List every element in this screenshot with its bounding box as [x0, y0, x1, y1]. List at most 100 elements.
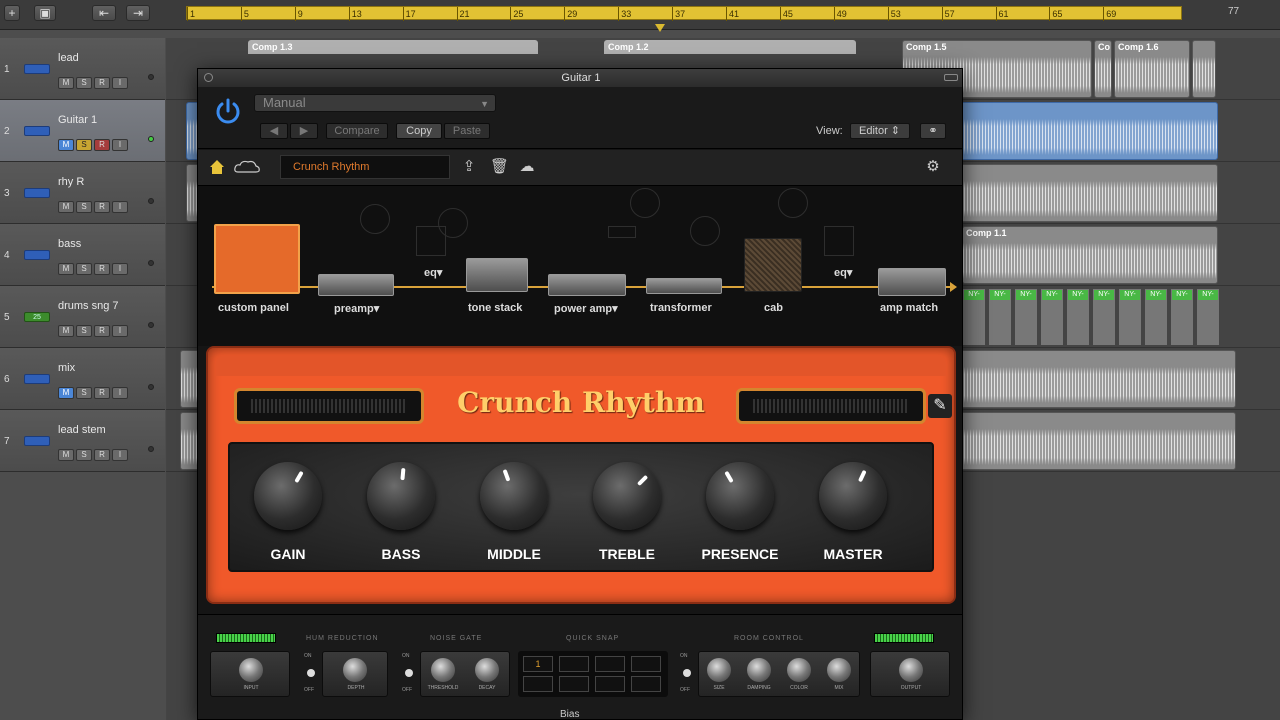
- mute-button[interactable]: M: [58, 201, 74, 213]
- cab-module[interactable]: [744, 238, 802, 292]
- drum-region[interactable]: NY-: [1118, 288, 1142, 346]
- trash-icon[interactable]: 🗑: [490, 158, 509, 176]
- transformer-module[interactable]: [646, 278, 722, 294]
- region-comp-1-5[interactable]: Comp 1.5: [906, 42, 947, 52]
- drum-region[interactable]: NY-: [1170, 288, 1194, 346]
- solo-button[interactable]: S: [76, 201, 92, 213]
- record-button[interactable]: R: [94, 201, 110, 213]
- next-preset-button[interactable]: ▶: [290, 123, 318, 139]
- input-monitor-button[interactable]: I: [112, 263, 128, 275]
- track-header[interactable]: 2 Guitar 1 MSRI: [0, 100, 165, 162]
- folder-button[interactable]: ▣: [34, 5, 56, 21]
- drum-region[interactable]: NY-: [1040, 288, 1064, 346]
- track-name[interactable]: rhy R: [58, 176, 84, 188]
- record-button[interactable]: R: [94, 139, 110, 151]
- track-name[interactable]: drums sng 7: [58, 300, 119, 312]
- input-monitor-button[interactable]: I: [112, 449, 128, 461]
- plugin-titlebar[interactable]: Guitar 1: [198, 69, 962, 87]
- quick-snap-3[interactable]: [595, 656, 625, 672]
- track-name[interactable]: Guitar 1: [58, 114, 97, 126]
- solo-button[interactable]: S: [76, 449, 92, 461]
- chain-label-custom-panel[interactable]: custom panel: [218, 302, 289, 314]
- preset-mode-select[interactable]: Manual ▼: [254, 94, 496, 112]
- input-monitor-button[interactable]: I: [112, 139, 128, 151]
- power-amp-module[interactable]: [548, 274, 626, 296]
- drum-region[interactable]: NY-: [988, 288, 1012, 346]
- region-comp-1-6a[interactable]: Co: [1098, 42, 1110, 52]
- preamp-module[interactable]: [318, 274, 394, 296]
- amp-match-module[interactable]: [878, 268, 946, 296]
- mute-button[interactable]: M: [58, 325, 74, 337]
- region-comp-1-6[interactable]: Comp 1.6: [1118, 42, 1159, 52]
- quick-snap-2[interactable]: [559, 656, 589, 672]
- region-comp-1-2[interactable]: Comp 1.2: [604, 40, 856, 54]
- track-name[interactable]: lead: [58, 52, 79, 64]
- drum-region[interactable]: NY-: [1066, 288, 1090, 346]
- mute-button[interactable]: M: [58, 387, 74, 399]
- output-knob[interactable]: [899, 658, 923, 682]
- input-monitor-button[interactable]: I: [112, 77, 128, 89]
- playhead-marker[interactable]: [655, 24, 665, 32]
- chain-label-amp-match[interactable]: amp match: [880, 302, 938, 314]
- power-icon[interactable]: [214, 97, 242, 125]
- catch-button[interactable]: ⇤: [92, 5, 116, 21]
- region-comp-1-1[interactable]: Comp 1.1: [966, 228, 1007, 238]
- gear-icon[interactable]: ⚙: [924, 158, 942, 176]
- quick-snap-4[interactable]: [631, 656, 661, 672]
- chain-label-power-amp[interactable]: power amp▾: [554, 302, 618, 315]
- record-button[interactable]: R: [94, 325, 110, 337]
- color-knob[interactable]: [787, 658, 811, 682]
- preset-name-field[interactable]: Crunch Rhythm: [280, 155, 450, 179]
- damping-knob[interactable]: [747, 658, 771, 682]
- quick-snap-8[interactable]: [631, 676, 661, 692]
- solo-button[interactable]: S: [76, 263, 92, 275]
- input-monitor-button[interactable]: I: [112, 387, 128, 399]
- gain-knob[interactable]: [254, 462, 322, 530]
- drum-region[interactable]: NY-: [1196, 288, 1220, 346]
- track-name[interactable]: bass: [58, 238, 81, 250]
- solo-button[interactable]: S: [76, 387, 92, 399]
- record-button[interactable]: R: [94, 263, 110, 275]
- drum-region[interactable]: NY-: [1014, 288, 1038, 346]
- track-header[interactable]: 5 25 drums sng 7 MSRI: [0, 286, 165, 348]
- track-header[interactable]: 3 rhy R MSRI: [0, 162, 165, 224]
- cloud-download-icon[interactable]: ☁: [518, 158, 536, 176]
- bass-knob[interactable]: [367, 462, 435, 530]
- custom-panel-module[interactable]: [214, 224, 300, 294]
- size-knob[interactable]: [707, 658, 731, 682]
- paste-button[interactable]: Paste: [444, 123, 490, 139]
- chain-label-cab[interactable]: cab: [764, 302, 783, 314]
- tonecloud-icon[interactable]: [234, 160, 260, 174]
- edit-icon[interactable]: ✎: [928, 394, 952, 418]
- tone-stack-module[interactable]: [466, 258, 528, 292]
- input-knob[interactable]: [239, 658, 263, 682]
- solo-button[interactable]: S: [76, 77, 92, 89]
- presence-knob[interactable]: [706, 462, 774, 530]
- room-control-switch[interactable]: ON OFF: [680, 653, 692, 695]
- noise-gate-switch[interactable]: ON OFF: [402, 653, 414, 695]
- compare-button[interactable]: Compare: [326, 123, 388, 139]
- decay-knob[interactable]: [475, 658, 499, 682]
- drum-region[interactable]: NY-: [1092, 288, 1116, 346]
- mute-button[interactable]: M: [58, 449, 74, 461]
- mute-button[interactable]: M: [58, 263, 74, 275]
- treble-knob[interactable]: [593, 462, 661, 530]
- chain-label-transformer[interactable]: transformer: [650, 302, 712, 314]
- mute-button[interactable]: M: [58, 77, 74, 89]
- export-icon[interactable]: ⇪: [460, 158, 478, 176]
- eq-button-1[interactable]: eq▾: [424, 266, 442, 279]
- hum-reduction-switch[interactable]: ON OFF: [304, 653, 316, 695]
- track-header[interactable]: 4 bass M S R I: [0, 224, 165, 286]
- scroll-button[interactable]: ⇥: [126, 5, 150, 21]
- threshold-knob[interactable]: [431, 658, 455, 682]
- copy-button[interactable]: Copy: [396, 123, 442, 139]
- drum-region[interactable]: NY-: [962, 288, 986, 346]
- quick-snap-5[interactable]: [523, 676, 553, 692]
- drum-region[interactable]: NY-: [1144, 288, 1168, 346]
- input-monitor-button[interactable]: I: [112, 325, 128, 337]
- bias-label[interactable]: Bias: [560, 709, 579, 719]
- quick-snap-7[interactable]: [595, 676, 625, 692]
- record-button[interactable]: R: [94, 77, 110, 89]
- resize-icon[interactable]: [944, 74, 958, 81]
- quick-snap-6[interactable]: [559, 676, 589, 692]
